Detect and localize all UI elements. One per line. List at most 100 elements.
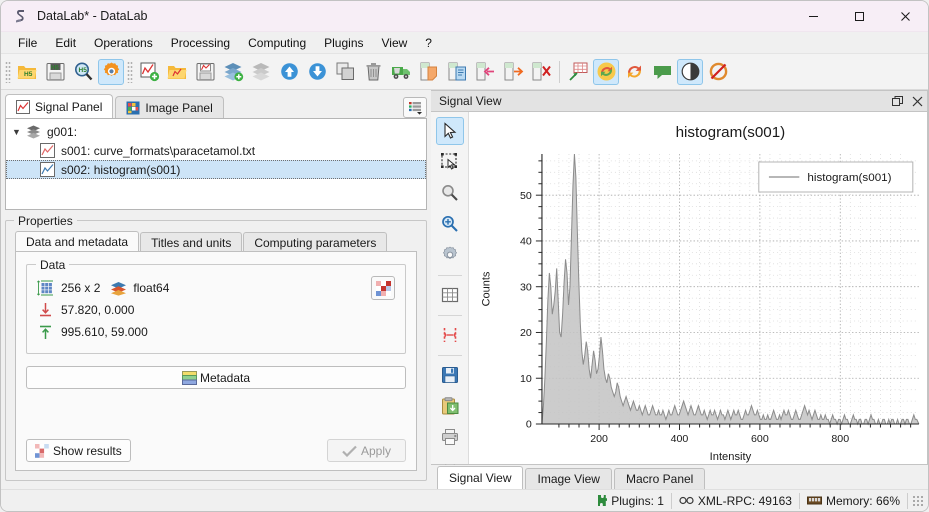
colormap-button[interactable] [371, 276, 395, 300]
signal-tree[interactable]: ▼ g001: s001: curve_formats\paracetamol.… [5, 118, 427, 210]
plot-tool-separator-2 [437, 315, 462, 316]
maximize-button[interactable] [836, 1, 882, 32]
signal-icon [40, 143, 55, 158]
copy-plot-tool[interactable] [436, 392, 464, 420]
metadata-button[interactable]: Metadata [26, 366, 406, 389]
tab-image-view[interactable]: Image View [525, 468, 612, 489]
datatype-icon [111, 281, 127, 296]
x-range-tool[interactable] [436, 321, 464, 349]
data-minimum-value: 57.820, 0.000 [61, 303, 135, 317]
refresh-auto-button[interactable] [593, 58, 619, 85]
svg-text:200: 200 [590, 433, 608, 445]
tree-row-group[interactable]: ▼ g001: [6, 122, 426, 141]
delete-button[interactable] [360, 59, 386, 85]
tab-data-and-metadata[interactable]: Data and metadata [15, 231, 140, 252]
left-pane: Signal Panel Image Panel ▼ g001: s001: c… [1, 90, 431, 489]
menu-edit[interactable]: Edit [46, 34, 85, 52]
list-options-icon [408, 102, 422, 115]
resize-grip[interactable] [912, 494, 924, 507]
refresh-button[interactable] [621, 59, 647, 85]
curve-style-button[interactable] [677, 58, 703, 85]
paste-metadata-button[interactable] [444, 59, 470, 85]
magnifier-gray-icon [441, 185, 458, 201]
svg-text:600: 600 [751, 433, 769, 445]
copy-metadata-button[interactable] [416, 59, 442, 85]
annotations-button[interactable] [649, 59, 675, 85]
browse-hdf5-button[interactable]: H5 [70, 59, 96, 85]
list-options-button[interactable] [403, 97, 427, 118]
title-bar: DataLab* - DataLab [1, 1, 928, 32]
plot-settings-tool[interactable] [436, 241, 464, 269]
toolbar-grip-2[interactable] [127, 60, 133, 83]
chevron-down-icon[interactable]: ▼ [12, 127, 26, 137]
tab-computing-parameters[interactable]: Computing parameters [243, 232, 388, 252]
zoom-out-tool[interactable] [436, 179, 464, 207]
clipboard-icon [441, 397, 458, 415]
delete-metadata-button[interactable] [528, 59, 554, 85]
menu-view[interactable]: View [373, 34, 417, 52]
svg-text:400: 400 [671, 433, 689, 445]
floppy-blue-icon [441, 367, 458, 383]
plot-options-button[interactable] [565, 59, 591, 85]
svg-text:histogram(s001): histogram(s001) [807, 172, 891, 184]
tab-titles-and-units[interactable]: Titles and units [140, 232, 243, 252]
close-icon [912, 96, 922, 106]
show-results-button[interactable]: Show results [26, 439, 131, 462]
new-signal-button[interactable] [136, 59, 162, 85]
menu-help[interactable]: ? [416, 34, 441, 52]
panel-tab-bar: Signal Panel Image Panel [5, 94, 427, 118]
export-metadata-button[interactable] [500, 59, 526, 85]
dock-float-button[interactable] [887, 91, 907, 111]
select-tool[interactable] [435, 117, 464, 145]
no-curve-anti-aliasing-button[interactable] [705, 59, 731, 85]
tab-signal-panel[interactable]: Signal Panel [5, 94, 114, 118]
duplicate-button[interactable] [332, 59, 358, 85]
dock-close-button[interactable] [907, 91, 927, 111]
status-bar: Plugins: 1 XML-RPC: 49163 Memory: 66% [1, 489, 928, 511]
data-row-dimensions: 256 x 2 float64 [37, 276, 395, 300]
group-button[interactable] [248, 59, 274, 85]
tree-row-s001-label: s001: curve_formats\paracetamol.txt [61, 143, 256, 158]
tab-image-panel[interactable]: Image Panel [115, 96, 224, 118]
open-signal-button[interactable] [164, 59, 190, 85]
save-plot-tool[interactable] [436, 361, 464, 389]
image-panel-icon [126, 101, 140, 114]
grid-tool[interactable] [436, 281, 464, 309]
menu-file[interactable]: File [9, 34, 46, 52]
zoom-in-tool[interactable] [436, 210, 464, 238]
tab-signal-view[interactable]: Signal View [437, 466, 524, 489]
toolbar-grip[interactable] [5, 60, 11, 83]
window-controls [790, 1, 928, 32]
save-hdf5-button[interactable]: H5 [42, 59, 68, 85]
move-up-button[interactable] [276, 59, 302, 85]
menu-computing[interactable]: Computing [239, 34, 315, 52]
tree-row-s001[interactable]: s001: curve_formats\paracetamol.txt [6, 141, 426, 160]
rectangle-select-tool[interactable] [436, 148, 464, 176]
data-dtype-value: float64 [133, 281, 170, 295]
tab-macro-panel[interactable]: Macro Panel [613, 468, 706, 489]
histogram-plot[interactable]: 0 10 20 30 40 50 200 400 600 800 Intensity Counts hi… [469, 112, 927, 464]
toolbar-separator [559, 60, 560, 83]
svg-text:30: 30 [520, 281, 532, 293]
close-button[interactable] [882, 1, 928, 32]
menu-processing[interactable]: Processing [162, 34, 239, 52]
delete-all-button[interactable] [388, 59, 414, 85]
print-plot-tool[interactable] [436, 423, 464, 451]
svg-text:10: 10 [520, 373, 532, 385]
save-signal-button[interactable] [192, 59, 218, 85]
apply-button[interactable]: Apply [326, 439, 406, 462]
move-down-button[interactable] [304, 59, 330, 85]
new-group-button[interactable] [220, 59, 246, 85]
menu-plugins[interactable]: Plugins [315, 34, 372, 52]
import-metadata-button[interactable] [472, 59, 498, 85]
main-toolbar: H5 H5 H5 [1, 54, 928, 90]
data-maximum-value: 995.610, 59.000 [61, 325, 148, 339]
properties-group: Properties Data and metadata Titles and … [5, 214, 427, 481]
minimize-button[interactable] [790, 1, 836, 32]
open-hdf5-button[interactable]: H5 [14, 59, 40, 85]
tree-row-s002[interactable]: s002: histogram(s001) [6, 160, 426, 179]
svg-text:0: 0 [526, 419, 532, 431]
settings-button[interactable] [98, 58, 124, 85]
chart-canvas[interactable]: 0 10 20 30 40 50 200 400 600 800 Intensity Counts hi… [469, 112, 927, 464]
menu-operations[interactable]: Operations [85, 34, 162, 52]
